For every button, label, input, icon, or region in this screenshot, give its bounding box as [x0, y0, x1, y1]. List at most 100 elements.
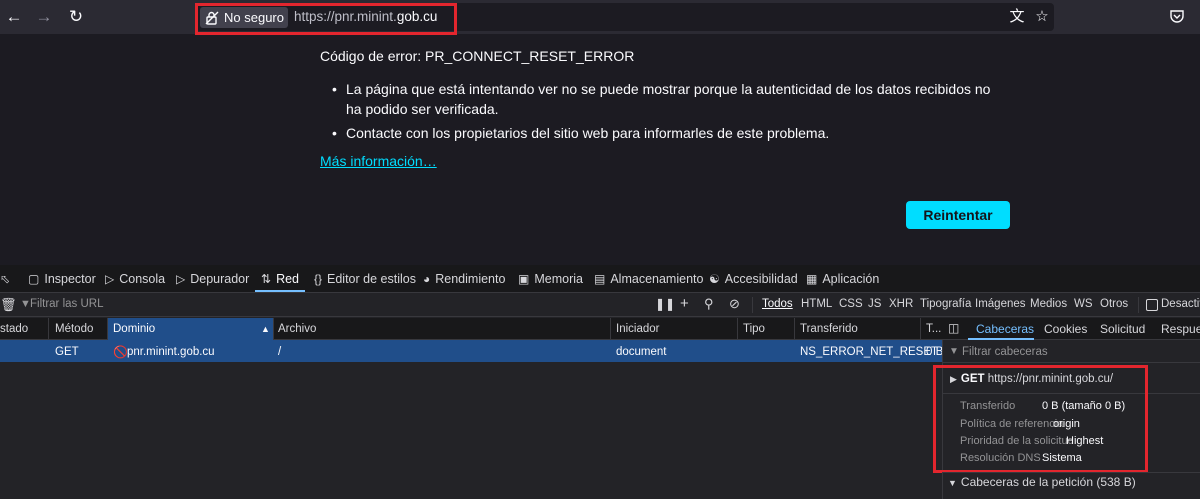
- tab-headers[interactable]: Cabeceras: [976, 322, 1034, 336]
- tab-label: Almacenamiento: [610, 272, 704, 286]
- tab-accessibility[interactable]: ☯ Accesibilidad: [709, 271, 798, 287]
- pause-icon[interactable]: ❚❚: [655, 297, 675, 311]
- tab-label: Editor de estilos: [327, 272, 416, 286]
- row-file: /: [278, 346, 282, 358]
- debugger-icon: ▷: [176, 272, 186, 286]
- picker-icon[interactable]: ⬁: [0, 271, 15, 287]
- col-transferred[interactable]: Transferido: [800, 323, 858, 335]
- accessibility-icon: ☯: [709, 272, 720, 286]
- column-separator: [737, 318, 738, 340]
- performance-icon: ◕: [423, 272, 431, 286]
- row-size: 0 B: [926, 346, 944, 358]
- tab-label: Depurador: [190, 272, 250, 286]
- separator: [752, 297, 753, 313]
- tab-application[interactable]: ▦ Aplicación: [806, 271, 879, 287]
- divider: [942, 362, 1200, 363]
- highlight-box-url: [195, 3, 457, 35]
- divider: [942, 472, 1200, 473]
- tab-network[interactable]: ⇅ Red: [261, 271, 299, 287]
- filter-type-xhr[interactable]: XHR: [889, 298, 913, 310]
- memory-icon: ▣: [518, 272, 530, 286]
- tab-request[interactable]: Solicitud: [1100, 322, 1145, 336]
- error-bullet-1: La página que está intentando ver no se …: [330, 79, 1000, 119]
- column-separator: [48, 318, 49, 340]
- row-transferred: NS_ERROR_NET_RESET: [800, 346, 939, 358]
- column-separator: [273, 318, 274, 340]
- error-description-list: La página que está intentando ver no se …: [330, 79, 1000, 147]
- filter-type-images[interactable]: Imágenes: [975, 298, 1026, 310]
- tab-label: Accesibilidad: [724, 272, 798, 286]
- insecure-connection-icon: 🚫: [113, 345, 128, 359]
- tab-label: Inspector: [44, 272, 96, 286]
- toggle-sidebar-icon[interactable]: ◫: [948, 321, 959, 335]
- tab-debugger[interactable]: ▷ Depurador: [176, 271, 249, 287]
- col-initiator[interactable]: Iniciador: [616, 323, 659, 335]
- trash-icon[interactable]: 🗑: [0, 297, 17, 313]
- column-separator: [610, 318, 611, 340]
- column-separator: [794, 318, 795, 340]
- separator: [1138, 297, 1139, 313]
- tab-console[interactable]: ▷ Consola: [105, 271, 165, 287]
- header-filter-input[interactable]: Filtrar cabeceras: [962, 346, 1048, 358]
- request-headers-label: Cabeceras de la petición (538 B): [960, 475, 1136, 489]
- console-icon: ▷: [105, 272, 115, 286]
- column-separator: [107, 318, 108, 340]
- error-code: Código de error: PR_CONNECT_RESET_ERROR: [320, 48, 635, 64]
- tab-memory[interactable]: ▣ Memoria: [518, 271, 583, 287]
- pocket-icon[interactable]: [1168, 8, 1186, 26]
- col-file[interactable]: Archivo: [278, 323, 316, 335]
- highlight-box-details: [933, 365, 1148, 473]
- filter-type-media[interactable]: Medios: [1030, 298, 1067, 310]
- column-separator: [920, 318, 921, 340]
- col-status[interactable]: stado: [0, 323, 28, 335]
- row-method: GET: [55, 346, 79, 358]
- tab-label: Aplicación: [822, 272, 880, 286]
- tab-inspector[interactable]: ▢ Inspector: [28, 271, 96, 287]
- tab-style-editor[interactable]: {} Editor de estilos: [314, 271, 416, 287]
- search-icon[interactable]: ⚲: [704, 296, 714, 312]
- url-filter-input[interactable]: Filtrar las URL: [30, 298, 103, 310]
- inspector-icon: ▢: [28, 272, 40, 286]
- filter-type-fonts[interactable]: Tipografía: [920, 298, 971, 310]
- tab-label: Red: [276, 272, 299, 286]
- back-icon[interactable]: ←: [2, 5, 26, 29]
- filter-type-css[interactable]: CSS: [839, 298, 863, 310]
- tab-cookies[interactable]: Cookies: [1044, 322, 1087, 336]
- disable-cache-checkbox[interactable]: [1146, 299, 1158, 311]
- filter-type-js[interactable]: JS: [868, 298, 881, 310]
- block-icon[interactable]: ⊘: [729, 296, 740, 312]
- tab-storage[interactable]: ▤ Almacenamiento: [594, 271, 703, 287]
- row-initiator: document: [616, 346, 667, 358]
- tab-label: Rendimiento: [435, 272, 506, 286]
- request-headers-section[interactable]: ▼ Cabeceras de la petición (538 B): [948, 475, 1136, 489]
- add-icon[interactable]: +: [680, 295, 689, 312]
- storage-icon: ▤: [594, 272, 606, 286]
- more-info-link[interactable]: Más información…: [320, 153, 437, 169]
- application-icon: ▦: [806, 272, 818, 286]
- retry-button[interactable]: Reintentar: [906, 201, 1010, 229]
- filter-type-all[interactable]: Todos: [762, 298, 793, 310]
- style-editor-icon: {}: [314, 272, 323, 286]
- active-tab-indicator: [255, 290, 305, 292]
- filter-type-html[interactable]: HTML: [801, 298, 832, 310]
- tab-response[interactable]: Respues: [1161, 322, 1200, 336]
- browser-window: ← → ↻ No seguro https://pnr.minint.gob.c…: [0, 0, 1200, 499]
- bookmark-star-icon[interactable]: ☆: [1033, 8, 1051, 26]
- network-icon: ⇅: [261, 272, 272, 286]
- tab-performance[interactable]: ◕ Rendimiento: [423, 271, 505, 287]
- col-type[interactable]: Tipo: [743, 323, 765, 335]
- filter-type-other[interactable]: Otros: [1100, 298, 1128, 310]
- col-domain[interactable]: Dominio: [113, 323, 155, 335]
- filter-type-ws[interactable]: WS: [1074, 298, 1093, 310]
- filter-funnel-icon: ▼: [949, 346, 959, 357]
- tab-label: Memoria: [534, 272, 583, 286]
- collapse-triangle-icon: ▼: [948, 478, 957, 488]
- sort-ascending-icon: ▲: [261, 324, 270, 334]
- error-bullet-2: Contacte con los propietarios del sitio …: [330, 123, 1000, 143]
- reload-icon[interactable]: ↻: [64, 5, 88, 29]
- disable-cache-label: Desactiva: [1161, 298, 1200, 310]
- col-method[interactable]: Método: [55, 323, 93, 335]
- col-size[interactable]: T...: [926, 323, 941, 335]
- translate-icon[interactable]: 文: [1008, 8, 1026, 26]
- forward-icon[interactable]: →: [32, 5, 56, 29]
